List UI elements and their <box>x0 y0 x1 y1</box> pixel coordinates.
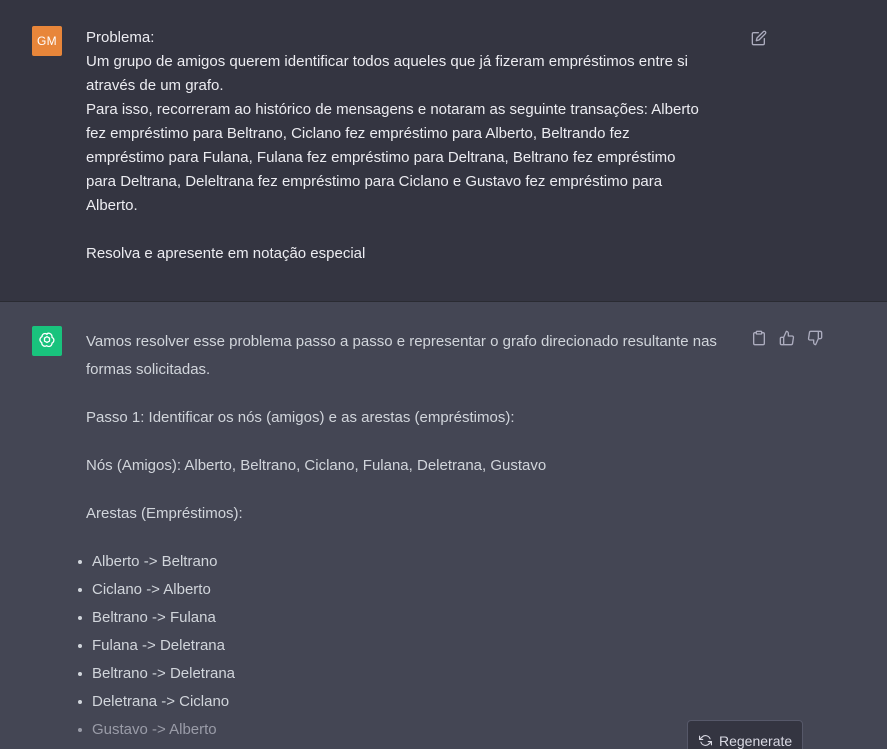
user-line: empréstimo para Fulana, Fulana fez empré… <box>86 149 676 166</box>
user-line: para Deltrana, Deleltrana fez empréstimo… <box>86 173 663 190</box>
user-line: fez empréstimo para Beltrano, Ciclano fe… <box>86 125 630 142</box>
chat-page: GM Problema: Um grupo de amigos querem i… <box>0 0 887 749</box>
list-item: Deletrana -> Ciclano <box>78 688 736 716</box>
edit-icon[interactable] <box>749 28 769 48</box>
list-item: Ciclano -> Alberto <box>78 576 736 604</box>
user-line: Alberto. <box>86 197 138 214</box>
user-message-text: Problema: Um grupo de amigos querem iden… <box>86 26 741 266</box>
openai-logo-icon <box>32 326 62 356</box>
list-item: Beltrano -> Deletrana <box>78 660 736 688</box>
thumbs-up-icon[interactable] <box>777 328 797 348</box>
assistant-message-text: Vamos resolver esse problema passo a pas… <box>78 328 736 744</box>
list-item: Beltrano -> Fulana <box>78 604 736 632</box>
user-line: Problema: <box>86 29 155 46</box>
edge-list: Alberto -> Beltrano Ciclano -> Alberto B… <box>78 548 736 744</box>
top-divider <box>0 0 887 15</box>
list-item: Alberto -> Beltrano <box>78 548 736 576</box>
list-item: Gustavo -> Alberto <box>78 716 736 744</box>
assistant-paragraph: Nós (Amigos): Alberto, Beltrano, Ciclano… <box>86 457 547 474</box>
thumbs-down-icon[interactable] <box>805 328 825 348</box>
user-line: Um grupo de amigos querem identificar to… <box>86 53 688 70</box>
assistant-message: Vamos resolver esse problema passo a pas… <box>0 302 887 749</box>
regenerate-label: Regenerate <box>719 733 793 749</box>
assistant-paragraph: Passo 1: Identificar os nós (amigos) e a… <box>86 409 515 426</box>
assistant-paragraph: Arestas (Empréstimos): <box>86 505 243 522</box>
refresh-icon <box>699 734 712 747</box>
user-avatar: GM <box>32 26 62 56</box>
user-message: GM Problema: Um grupo de amigos querem i… <box>0 14 887 302</box>
user-line: através de um grafo. <box>86 77 224 94</box>
assistant-paragraph: Vamos resolver esse problema passo a pas… <box>86 333 717 378</box>
user-final-line: Resolva e apresente em notação especial <box>86 245 366 262</box>
list-item: Fulana -> Deletrana <box>78 632 736 660</box>
clipboard-icon[interactable] <box>749 328 769 348</box>
user-line: Para isso, recorreram ao histórico de me… <box>86 101 699 118</box>
regenerate-button[interactable]: Regenerate <box>687 720 803 749</box>
